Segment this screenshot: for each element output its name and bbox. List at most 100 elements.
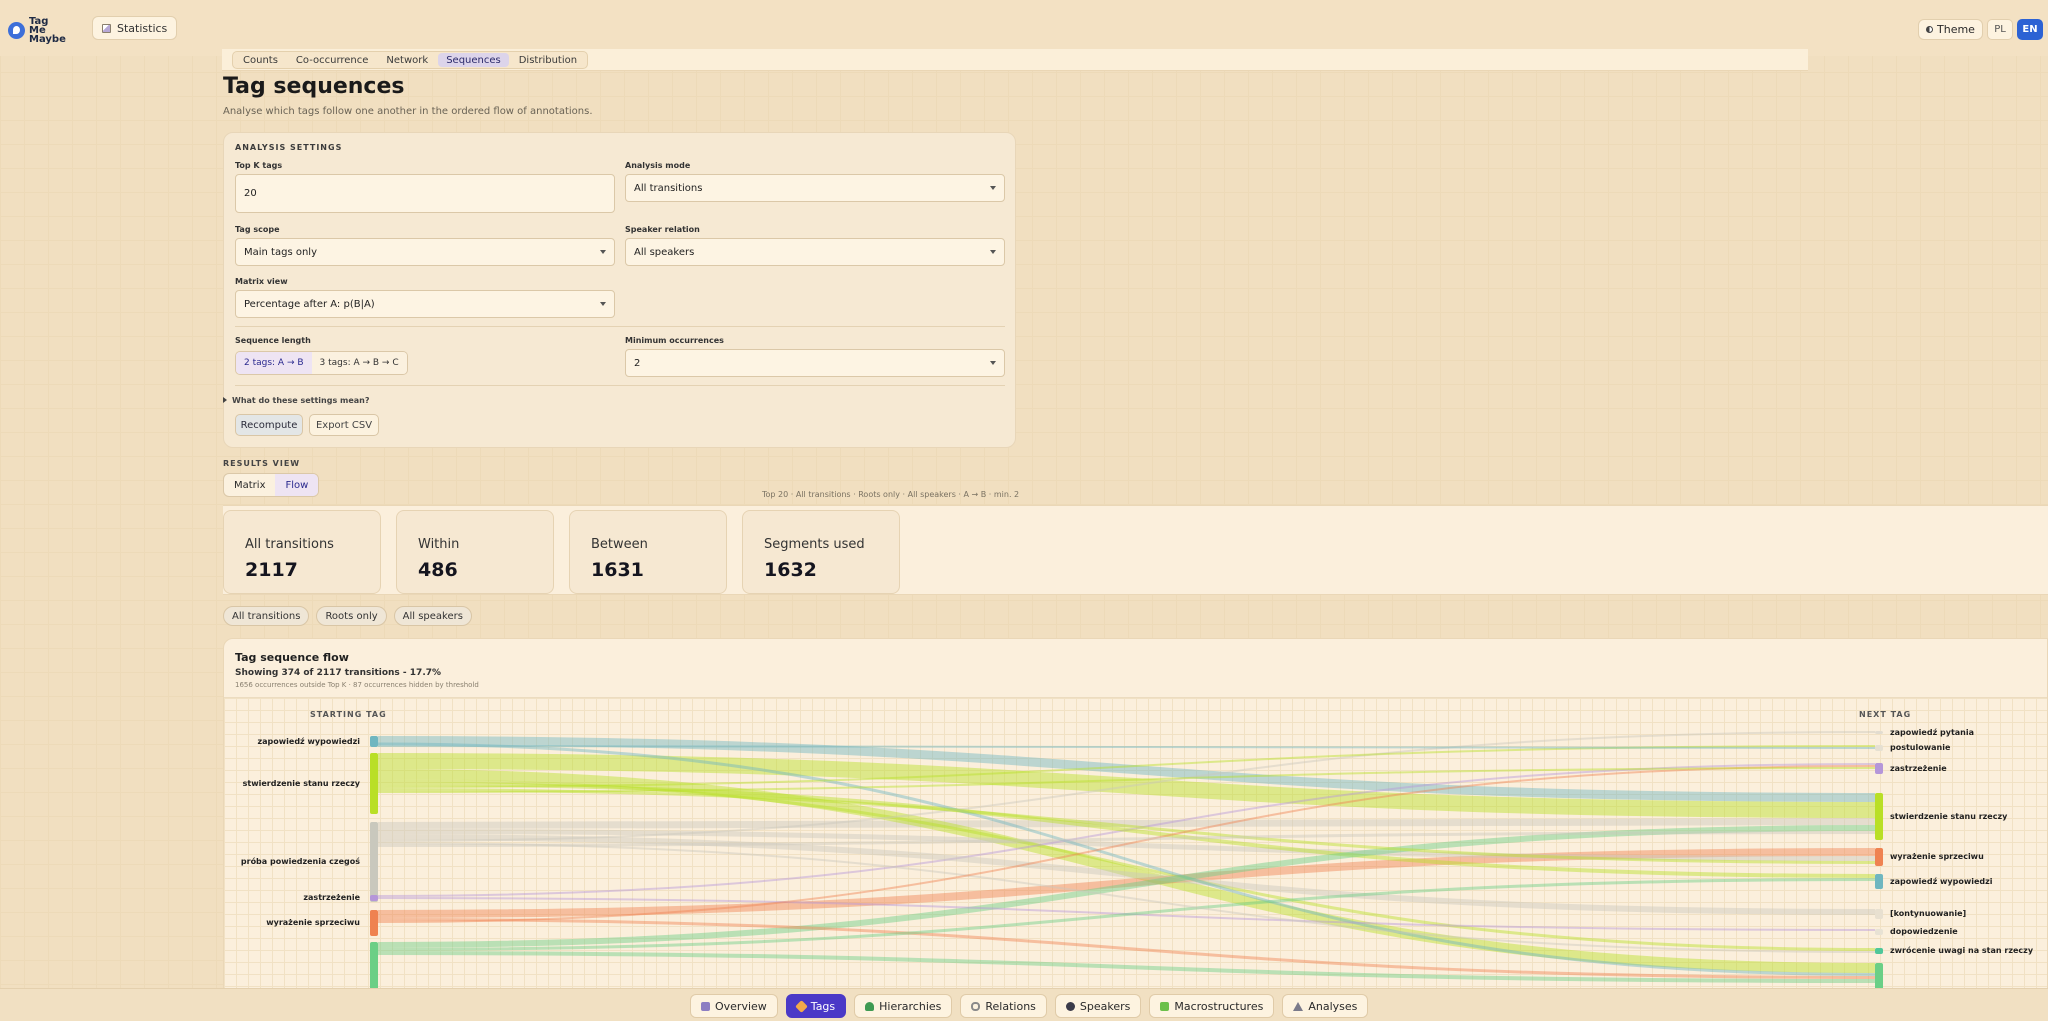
theme-label: Theme <box>1937 23 1975 36</box>
flow-link[interactable] <box>377 745 1876 749</box>
analysis-mode-label: Analysis mode <box>625 161 691 170</box>
next-node[interactable] <box>1875 929 1883 935</box>
filter-chips: All transitions Roots only All speakers <box>223 606 472 626</box>
top-bar: Tag Me Maybe Statistics Theme PL EN <box>0 0 2048 56</box>
next-node[interactable] <box>1875 874 1883 889</box>
stat-label: Segments used <box>764 537 865 552</box>
next-node-label: stwierdzenie stanu rzeczy <box>1890 811 2008 821</box>
next-node[interactable] <box>1875 909 1883 919</box>
next-node[interactable] <box>1875 731 1883 734</box>
start-node-label: stwierdzenie stanu rzeczy <box>242 778 360 788</box>
nav-label: Tags <box>810 999 836 1013</box>
results-view-heading: RESULTS VIEW <box>223 459 301 468</box>
export-csv-button[interactable]: Export CSV <box>309 414 379 436</box>
tree-icon <box>865 1001 875 1011</box>
next-node[interactable] <box>1875 763 1883 774</box>
nav-overview[interactable]: Overview <box>690 994 778 1018</box>
tab-sequences[interactable]: Sequences <box>438 53 509 67</box>
flow-links <box>370 731 1883 1020</box>
statistics-button[interactable]: Statistics <box>92 16 178 40</box>
view-flow[interactable]: Flow <box>275 474 319 496</box>
nav-tags[interactable]: Tags <box>785 994 847 1018</box>
recompute-button[interactable]: Recompute <box>235 414 303 436</box>
stat-label: Within <box>418 537 460 552</box>
flow-diagram: STARTING TAG NEXT TAG zapowiedź wypowied… <box>224 698 2047 1020</box>
sequence-length-3[interactable]: 3 tags: A → B → C <box>311 352 407 374</box>
sequence-length-2[interactable]: 2 tags: A → B <box>236 352 312 374</box>
link-icon <box>971 1001 981 1011</box>
start-node-label: wyrażenie sprzeciwu <box>266 918 360 927</box>
page-title: Tag sequences <box>223 74 405 99</box>
tag-scope-label: Tag scope <box>235 225 280 234</box>
flow-subtitle: Showing 374 of 2117 transitions - 17.7% <box>235 668 442 678</box>
next-node[interactable] <box>1875 745 1883 751</box>
sequence-length-toggle: 2 tags: A → B 3 tags: A → B → C <box>235 351 408 375</box>
chevron-down-icon <box>600 250 606 254</box>
logo-text: Tag Me Maybe <box>29 16 66 45</box>
tab-distribution[interactable]: Distribution <box>511 53 585 67</box>
settings-help-toggle[interactable]: What do these settings mean? <box>223 396 370 405</box>
chip-all-transitions[interactable]: All transitions <box>223 606 310 626</box>
next-node[interactable] <box>1875 948 1883 954</box>
nav-hierarchies[interactable]: Hierarchies <box>854 994 953 1018</box>
puzzle-icon <box>1160 1001 1170 1011</box>
min-occurrences-value: 2 <box>634 357 641 369</box>
top-k-input[interactable]: 20 <box>235 174 615 213</box>
stat-card-segments-used: Segments used 1632 <box>742 510 900 594</box>
view-matrix[interactable]: Matrix <box>224 474 275 496</box>
chip-roots-only[interactable]: Roots only <box>316 606 387 626</box>
language-pl-button[interactable]: PL <box>1987 19 2013 40</box>
stat-value: 1632 <box>764 559 817 581</box>
flow-note: 1656 occurrences outside Top K · 87 occu… <box>235 681 479 689</box>
language-en-button[interactable]: EN <box>2017 19 2043 40</box>
nav-macrostructures[interactable]: Macrostructures <box>1149 994 1275 1018</box>
start-node-label: zapowiedź wypowiedzi <box>257 736 360 746</box>
speech-icon <box>1065 1001 1075 1011</box>
next-node-label: zwrócenie uwagi na stan rzeczy <box>1890 946 2034 955</box>
start-node-label: próba powiedzenia czegoś <box>240 857 360 866</box>
matrix-view-select[interactable]: Percentage after A: p(B|A) <box>235 290 615 318</box>
nav-speakers[interactable]: Speakers <box>1054 994 1142 1018</box>
min-occurrences-select[interactable]: 2 <box>625 349 1005 377</box>
caret-right-icon <box>223 397 227 403</box>
flow-card: Tag sequence flow Showing 374 of 2117 tr… <box>223 638 2048 1021</box>
analysis-mode-value: All transitions <box>634 182 703 194</box>
chart-icon <box>102 23 111 33</box>
tag-scope-select[interactable]: Main tags only <box>235 238 615 266</box>
chevron-down-icon <box>990 361 996 365</box>
start-node[interactable] <box>370 753 378 814</box>
theme-toggle[interactable]: Theme <box>1918 19 1983 40</box>
start-node[interactable] <box>370 910 378 936</box>
tab-co-occurrence[interactable]: Co-occurrence <box>288 53 377 67</box>
next-node-label: zapowiedź pytania <box>1890 727 1975 737</box>
next-node-label: dopowiedzenie <box>1890 927 1958 936</box>
next-node[interactable] <box>1875 793 1883 840</box>
top-k-label: Top K tags <box>235 161 283 170</box>
nav-relations[interactable]: Relations <box>960 994 1047 1018</box>
next-node-label: zastrzeżenie <box>1890 763 1947 773</box>
stat-label: All transitions <box>245 537 334 552</box>
nav-label: Hierarchies <box>879 999 942 1013</box>
logo-icon <box>8 22 25 39</box>
nav-label: Overview <box>715 999 767 1013</box>
analysis-mode-select[interactable]: All transitions <box>625 174 1005 202</box>
start-node[interactable] <box>370 736 378 747</box>
matrix-view-value: Percentage after A: p(B|A) <box>244 298 375 310</box>
start-node[interactable] <box>370 895 378 901</box>
next-node[interactable] <box>1875 848 1883 866</box>
tab-network[interactable]: Network <box>378 53 436 67</box>
matrix-view-label: Matrix view <box>235 277 288 286</box>
nav-analyses[interactable]: Analyses <box>1282 994 1369 1018</box>
stat-value: 1631 <box>591 559 644 581</box>
stat-value: 486 <box>418 559 458 581</box>
stat-card-between: Between 1631 <box>569 510 727 594</box>
stat-label: Between <box>591 537 648 552</box>
chip-all-speakers[interactable]: All speakers <box>393 606 472 626</box>
start-node[interactable] <box>370 822 378 902</box>
app-logo[interactable]: Tag Me Maybe <box>8 16 66 45</box>
contrast-icon <box>1926 26 1933 33</box>
tab-counts[interactable]: Counts <box>235 53 286 67</box>
stat-value: 2117 <box>245 559 298 581</box>
stat-card-within: Within 486 <box>396 510 554 594</box>
speaker-relation-select[interactable]: All speakers <box>625 238 1005 266</box>
